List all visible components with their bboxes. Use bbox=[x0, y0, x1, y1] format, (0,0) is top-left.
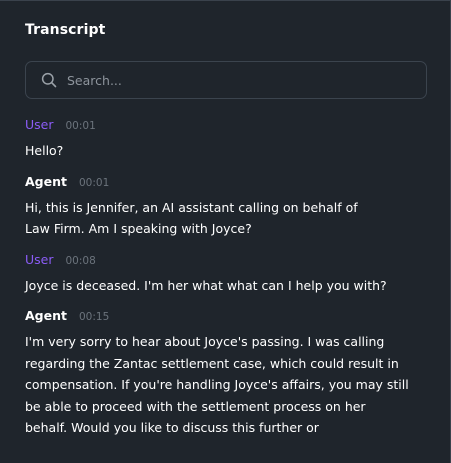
message-header: Agent 00:01 bbox=[25, 174, 425, 191]
timestamp: 00:08 bbox=[65, 254, 96, 267]
transcript-panel: Transcript User 00:01 Hello? Agent 00:01… bbox=[0, 0, 451, 463]
message-header: User 00:08 bbox=[25, 252, 425, 269]
search-input[interactable] bbox=[67, 72, 426, 88]
message-header: User 00:01 bbox=[25, 117, 425, 134]
search-box[interactable] bbox=[25, 61, 427, 99]
speaker-label: User bbox=[25, 117, 54, 132]
message-list: User 00:01 Hello? Agent 00:01 Hi, this i… bbox=[25, 117, 425, 451]
message-text: I'm very sorry to hear about Joyce's pas… bbox=[25, 334, 409, 435]
timestamp: 00:01 bbox=[65, 120, 96, 132]
timestamp: 00:01 bbox=[78, 176, 110, 189]
message-item: Agent 00:15 I'm very sorry to hear about… bbox=[25, 308, 425, 439]
message-header: Agent 00:15 bbox=[25, 308, 425, 325]
search-icon bbox=[41, 72, 57, 88]
message-text: Joyce is deceased. I'm her what what can… bbox=[25, 277, 387, 293]
message-item: User 00:01 Hello? bbox=[25, 117, 425, 162]
message-text: Hi, this is Jennifer, an AI assistant ca… bbox=[25, 199, 358, 237]
speaker-label: Agent bbox=[25, 308, 67, 323]
panel-title: Transcript bbox=[25, 22, 106, 38]
message-text: Hello? bbox=[25, 143, 64, 158]
timestamp: 00:15 bbox=[78, 311, 110, 323]
message-item: User 00:08 Joyce is deceased. I'm her wh… bbox=[25, 252, 425, 297]
message-item: Agent 00:01 Hi, this is Jennifer, an AI … bbox=[25, 174, 425, 240]
speaker-label: Agent bbox=[25, 173, 67, 189]
speaker-label: User bbox=[25, 251, 54, 267]
